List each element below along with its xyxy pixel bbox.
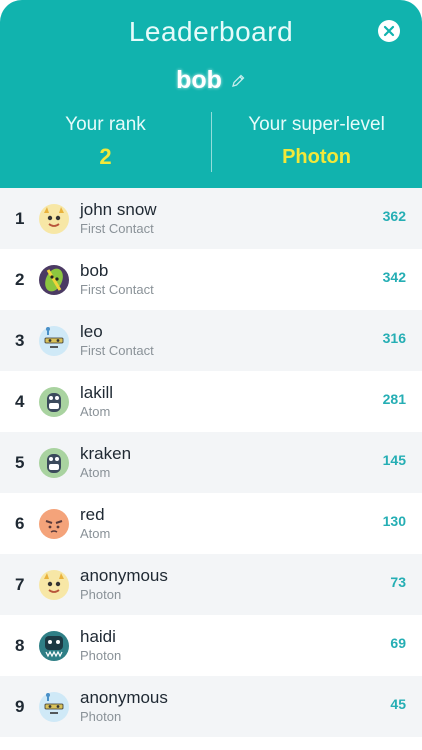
player-name: lakill [80,383,114,402]
leaderboard-screen: Leaderboard bob Your rank 2 Your super-l… [0,0,422,750]
player-score: 316 [382,330,406,346]
pencil-icon[interactable] [230,73,246,89]
player-score: 145 [382,452,406,468]
rank-stat: Your rank 2 [0,110,211,170]
rank-number: 1 [15,208,25,228]
player-level: Photon [80,709,122,724]
player-name: john snow [80,200,157,219]
player-score: 69 [390,635,406,651]
super-level-stat: Your super-level Photon [211,110,422,169]
super-level-value: Photon [282,146,351,168]
player-name: leo [80,322,103,341]
player-name: haidi [80,627,116,646]
yellow-spiky-creature-avatar [39,203,69,234]
player-info: lakill Atom [80,383,113,420]
player-level: Atom [80,526,111,541]
purple-pickle-creature-avatar [39,264,69,295]
yellow-spiky-creature-avatar [39,569,69,600]
close-button[interactable] [378,20,400,42]
username-row: bob [0,66,422,95]
super-level-label: Your super-level [248,114,385,135]
player-score: 73 [390,574,406,590]
rank-number: 7 [15,574,25,594]
rank-number: 4 [15,391,25,411]
player-info: leo First Contact [80,322,154,359]
rank-number: 6 [15,513,25,533]
player-info: kraken Atom [80,444,131,481]
player-level: First Contact [80,282,154,297]
player-name: anonymous [80,566,168,585]
leaderboard-row[interactable]: 9 anonymous Photon 45 [0,676,422,737]
leaderboard-row[interactable]: 4 lakill Atom 281 [0,371,422,432]
leaderboard-row[interactable]: 6 red Atom 130 [0,493,422,554]
leaderboard-header: Leaderboard bob Your rank 2 Your super-l… [0,0,422,188]
player-info: john snow First Contact [80,200,157,237]
blue-antenna-creature-avatar [39,325,69,356]
player-level: First Contact [80,343,154,358]
rank-number: 3 [15,330,25,350]
player-info: red Atom [80,505,110,542]
player-level: Atom [80,404,111,419]
player-info: haidi Photon [80,627,121,664]
close-icon [383,25,395,37]
player-score: 45 [390,696,406,712]
rank-number: 9 [15,696,25,716]
player-score: 362 [382,208,406,224]
leaderboard-row[interactable]: 5 kraken Atom 145 [0,432,422,493]
player-name: red [80,505,105,524]
leaderboard-list: 1 john snow First Contact 362 2 bob Firs… [0,188,422,737]
player-score: 130 [382,513,406,529]
green-monster-avatar [39,447,69,478]
rank-stats: Your rank 2 Your super-level Photon [0,110,422,174]
player-level: Photon [80,648,122,663]
leaderboard-row[interactable]: 7 anonymous Photon 73 [0,554,422,615]
player-name: kraken [80,444,132,463]
blue-antenna-creature-avatar [39,691,69,722]
rank-label: Your rank [65,114,146,135]
player-name: anonymous [80,688,168,707]
orange-blob-avatar [39,508,69,539]
player-name: bob [80,261,109,280]
username: bob [176,66,222,94]
green-monster-avatar [39,386,69,417]
page-title: Leaderboard [128,16,294,47]
leaderboard-row[interactable]: 8 haidi Photon 69 [0,615,422,676]
rank-number: 8 [15,635,25,655]
leaderboard-row[interactable]: 1 john snow First Contact 362 [0,188,422,249]
player-info: anonymous Photon [80,688,168,725]
player-level: Atom [80,465,111,480]
player-score: 281 [382,391,406,407]
player-level: First Contact [80,221,154,236]
leaderboard-row[interactable]: 2 bob First Contact 342 [0,249,422,310]
teal-toothy-creature-avatar [39,630,69,661]
player-info: anonymous Photon [80,566,168,603]
leaderboard-row[interactable]: 3 leo First Contact 316 [0,310,422,371]
player-score: 342 [382,269,406,285]
player-info: bob First Contact [80,261,154,298]
player-level: Photon [80,587,122,602]
rank-number: 2 [15,269,25,289]
rank-number: 5 [15,452,25,472]
rank-value: 2 [99,144,112,169]
